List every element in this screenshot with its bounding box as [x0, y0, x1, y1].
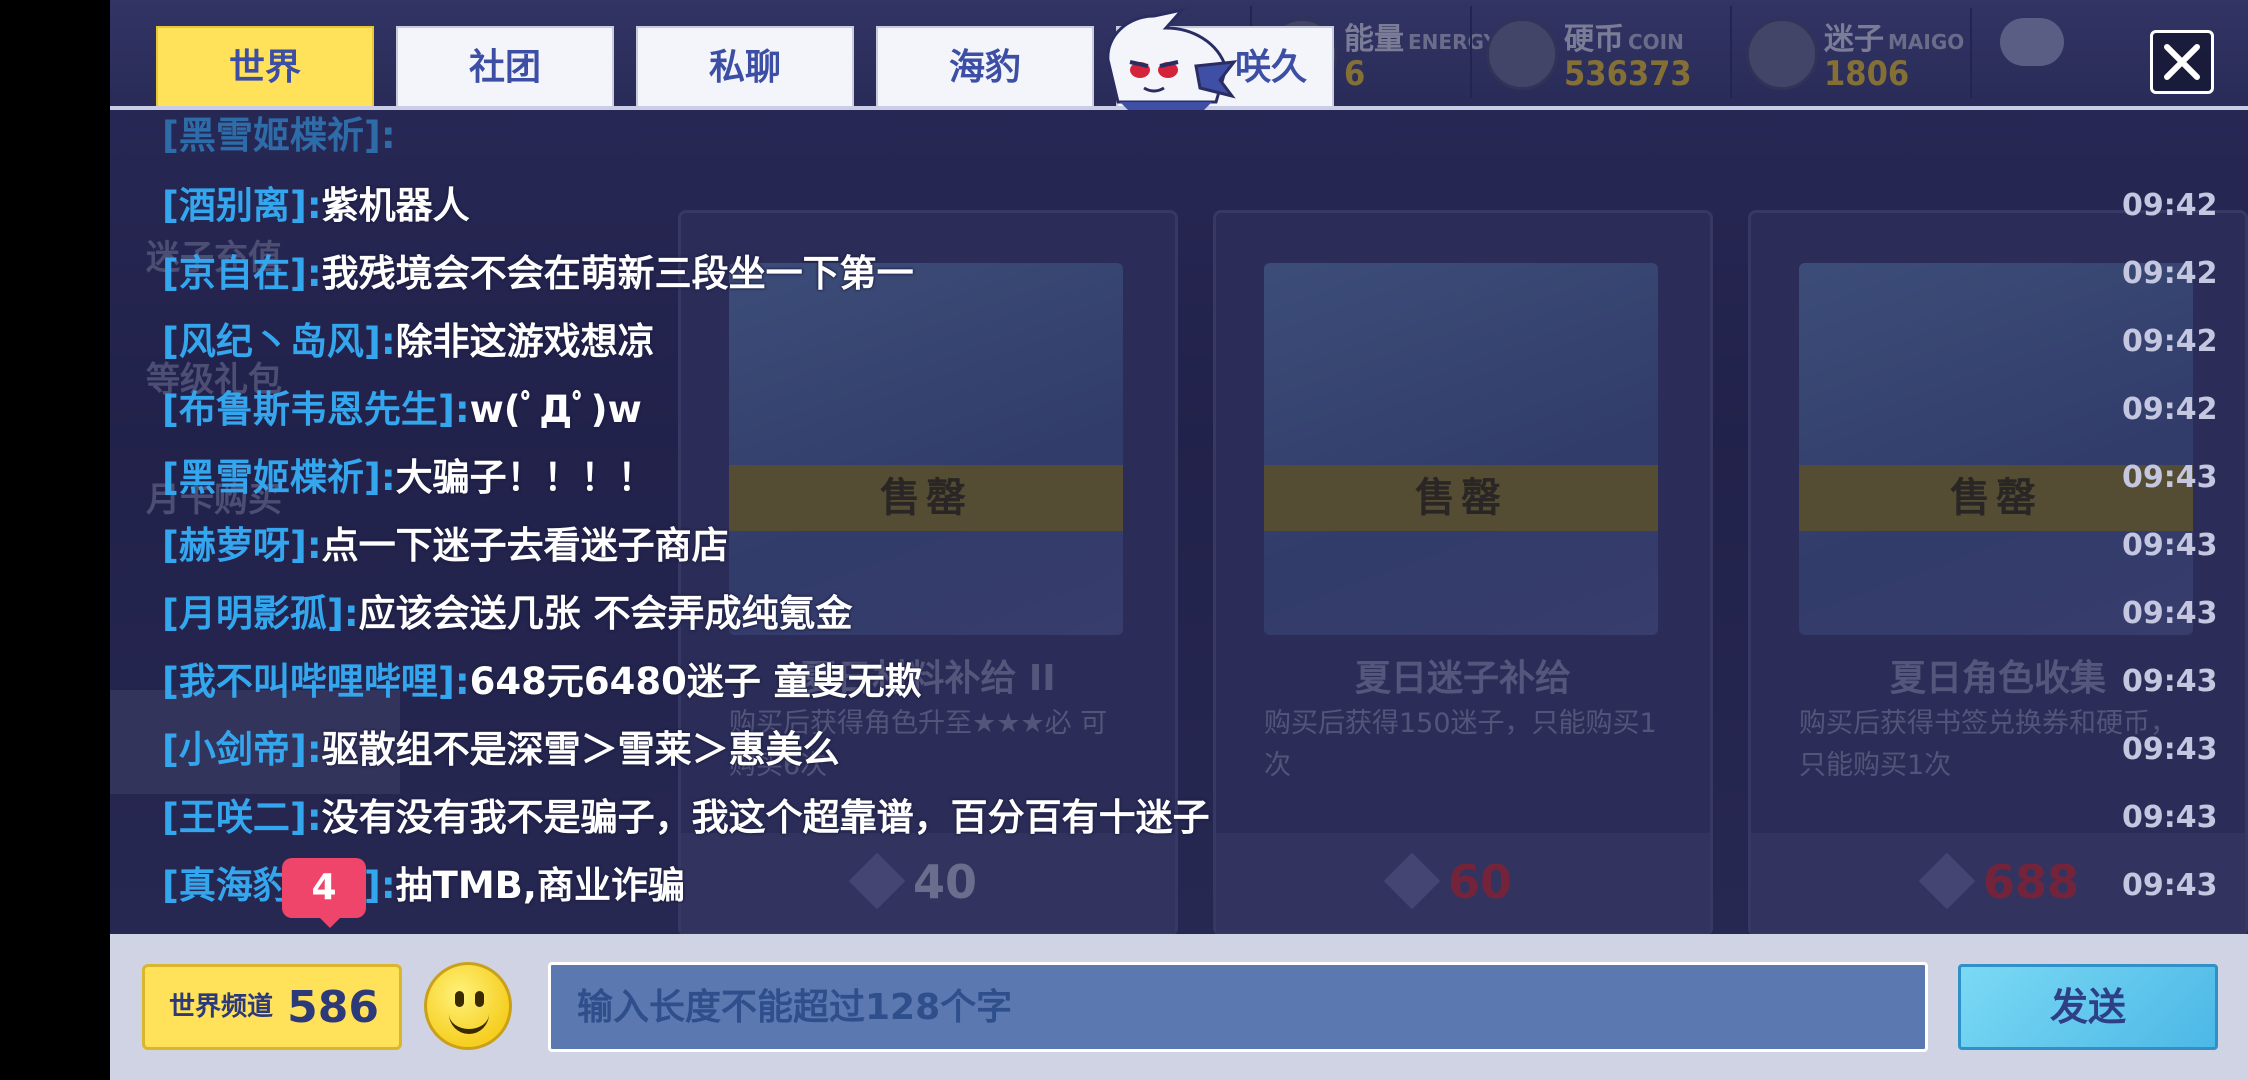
message-text: 驱散组不是深雪＞雪莱＞惠美么: [321, 728, 840, 771]
close-icon: [2164, 44, 2200, 80]
message-text: 大骗子！！！！: [395, 456, 655, 499]
chat-input-bar: 世界频道 586 发送: [110, 934, 2248, 1080]
message-username[interactable]: [京自在]:: [162, 252, 322, 295]
message-time: 09:42: [2122, 188, 2218, 223]
message-username[interactable]: [酒别离]:: [162, 184, 322, 227]
chat-message: [黑雪姬楪祈]:大骗子！！！！: [162, 448, 655, 508]
chat-tab-bar: 世界 社团 私聊 海豹 咲久: [110, 0, 2248, 110]
game-screen: 能量 ENERGY 6 硬币 COIN 536373 迷子 MAIGO 1806 迷子…: [110, 0, 2248, 1080]
message-time: 09:43: [2122, 664, 2218, 699]
message-username[interactable]: [赫萝呀]:: [162, 524, 322, 567]
message-time: 09:43: [2122, 732, 2218, 767]
close-button[interactable]: [2150, 30, 2214, 94]
message-username[interactable]: [小剑帝]:: [162, 728, 322, 771]
chat-message: [真海豹出击]:抽TMB,商业诈骗: [162, 856, 685, 916]
channel-online-count: 586: [287, 982, 379, 1033]
channel-selector-button[interactable]: 世界频道 586: [142, 964, 402, 1050]
message-time: 09:43: [2122, 800, 2218, 835]
chat-message-list[interactable]: [黑雪姬楪祈]: [酒别离]:紫机器人 09:42 [京自在]:我残境会不会在萌…: [110, 112, 2248, 932]
message-time: 09:42: [2122, 256, 2218, 291]
channel-label: 世界频道: [169, 992, 274, 1022]
chat-message: [我不叫哔哩哔哩]:648元6480迷子 童叟无欺: [162, 652, 922, 712]
chat-message: [小剑帝]:驱散组不是深雪＞雪莱＞惠美么: [162, 720, 840, 780]
chat-message: [酒别离]:紫机器人: [162, 176, 470, 236]
message-time: 09:42: [2122, 392, 2218, 427]
message-username[interactable]: [我不叫哔哩哔哩]:: [162, 660, 470, 703]
message-username[interactable]: [布鲁斯韦恩先生]:: [162, 388, 470, 431]
message-text: 抽TMB,商业诈骗: [395, 864, 685, 907]
message-text: 应该会送几张 不会弄成纯氪金: [358, 592, 853, 635]
send-button[interactable]: 发送: [1958, 964, 2218, 1050]
chat-message: [布鲁斯韦恩先生]:w(ﾟДﾟ)w: [162, 380, 642, 440]
message-time: 09:43: [2122, 460, 2218, 495]
unread-count-badge[interactable]: 4: [282, 858, 366, 928]
message-text: 我残境会不会在萌新三段坐一下第一: [321, 252, 914, 295]
chat-message: [京自在]:我残境会不会在萌新三段坐一下第一: [162, 244, 914, 304]
message-text: 紫机器人: [321, 184, 470, 227]
message-username[interactable]: [黑雪姬楪祈]:: [162, 456, 396, 499]
list-item-partial: [黑雪姬楪祈]:: [162, 112, 396, 166]
tab-club[interactable]: 社团: [396, 26, 614, 106]
message-username[interactable]: [王咲二]:: [162, 796, 322, 839]
message-time: 09:42: [2122, 324, 2218, 359]
tab-seal[interactable]: 海豹: [876, 26, 1094, 106]
message-text: 除非这游戏想凉: [395, 320, 655, 363]
message-time: 09:43: [2122, 528, 2218, 563]
message-text: 648元6480迷子 童叟无欺: [469, 660, 922, 703]
chat-message: [月明影孤]:应该会送几张 不会弄成纯氪金: [162, 584, 853, 644]
emoji-icon[interactable]: [424, 962, 512, 1050]
chat-message: [王咲二]:没有没有我不是骗子，我这个超靠谱，百分百有十迷子: [162, 788, 1210, 848]
seal-mascot-icon: [1106, 7, 1238, 110]
tab-private-chat[interactable]: 私聊: [636, 26, 854, 106]
message-text: 没有没有我不是骗子，我这个超靠谱，百分百有十迷子: [321, 796, 1210, 839]
message-time: 09:43: [2122, 868, 2218, 903]
chat-message: [风纪丶岛风]:除非这游戏想凉: [162, 312, 655, 372]
chat-message-input[interactable]: [548, 962, 1928, 1052]
message-text: 点一下迷子去看迷子商店: [321, 524, 729, 567]
chat-message: [赫萝呀]:点一下迷子去看迷子商店: [162, 516, 729, 576]
message-time: 09:43: [2122, 596, 2218, 631]
message-username[interactable]: [月明影孤]:: [162, 592, 359, 635]
message-username: [黑雪姬楪祈]:: [162, 114, 396, 157]
message-username[interactable]: [风纪丶岛风]:: [162, 320, 396, 363]
tab-world[interactable]: 世界: [156, 26, 374, 106]
message-text: w(ﾟДﾟ)w: [469, 388, 642, 431]
